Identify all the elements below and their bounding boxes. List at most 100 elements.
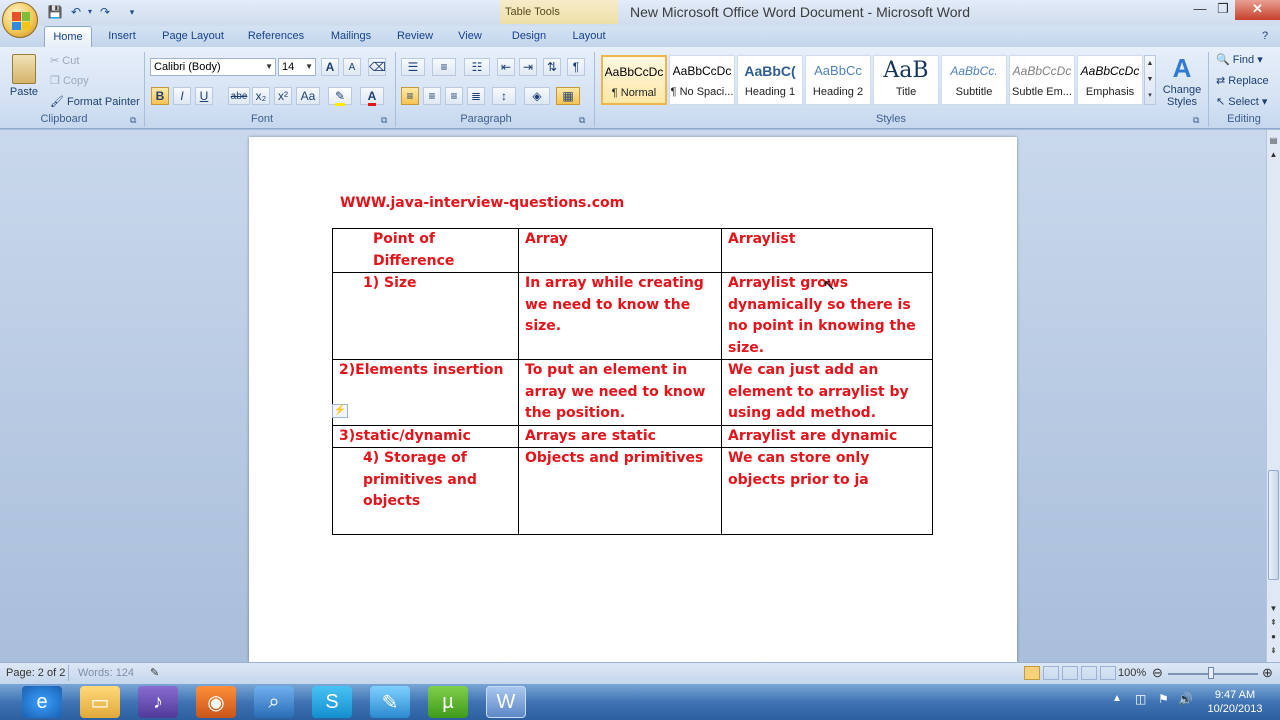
bullets-icon[interactable]: ☰: [401, 58, 425, 76]
table-header-cell[interactable]: Array: [518, 228, 722, 273]
customize-qat-icon[interactable]: ▾: [124, 4, 140, 20]
table-cell[interactable]: 4) Storage of primitives and objects: [332, 447, 519, 535]
full-screen-reading-icon[interactable]: [1043, 666, 1059, 680]
cut-button[interactable]: ✂ Cut: [50, 54, 79, 67]
document-page[interactable]: WWW.java-interview-questions.com Point o…: [249, 137, 1017, 662]
browse-object-icon[interactable]: ●: [1268, 632, 1279, 642]
close-button[interactable]: ✕: [1235, 0, 1280, 20]
table-cell[interactable]: 2)Elements insertion: [332, 359, 519, 426]
tab-page-layout[interactable]: Page Layout: [156, 26, 230, 47]
show-marks-button[interactable]: ¶: [567, 58, 585, 76]
strikethrough-button[interactable]: abe: [228, 87, 250, 105]
shading-icon[interactable]: ◈: [524, 87, 550, 105]
style-normal[interactable]: AaBbCcDc ¶ Normal: [601, 55, 667, 105]
borders-icon[interactable]: ▦: [556, 87, 580, 105]
vertical-scrollbar[interactable]: ▤ ▲ ▼ ⇞ ● ⇟: [1266, 130, 1280, 662]
firefox-icon[interactable]: ◉: [196, 686, 236, 718]
font-color-icon[interactable]: A: [360, 87, 384, 106]
clipboard-launcher-icon[interactable]: ⧉: [130, 115, 136, 126]
help-icon[interactable]: ?: [1262, 30, 1268, 42]
tab-review[interactable]: Review: [392, 26, 438, 47]
zoom-slider-thumb[interactable]: [1208, 667, 1214, 679]
style-heading-2[interactable]: AaBbCc Heading 2: [805, 55, 871, 105]
paste-button[interactable]: Paste: [6, 52, 42, 112]
styles-scroll-icon[interactable]: ▲ ▼ ▾: [1144, 55, 1156, 105]
decrease-indent-icon[interactable]: ⇤: [497, 58, 515, 76]
change-styles-button[interactable]: A Change Styles: [1160, 52, 1204, 112]
find-button[interactable]: 🔍 Find ▾: [1216, 53, 1263, 66]
word-count[interactable]: Words: 124: [78, 667, 134, 679]
web-layout-icon[interactable]: [1062, 666, 1078, 680]
table-header-cell[interactable]: Arraylist: [721, 228, 933, 273]
multilevel-list-icon[interactable]: ☷: [464, 58, 490, 76]
comparison-table[interactable]: Point of Difference Array Arraylist 1) S…: [332, 228, 933, 535]
highlight-icon[interactable]: ✎: [328, 87, 352, 106]
flag-icon[interactable]: ⚑: [1158, 692, 1169, 706]
draft-icon[interactable]: [1100, 666, 1116, 680]
scroll-up-icon[interactable]: ▲: [1268, 150, 1279, 160]
select-button[interactable]: ↖ Select ▾: [1216, 95, 1267, 108]
bold-button[interactable]: B: [151, 87, 169, 105]
proofing-icon[interactable]: ✎: [150, 666, 159, 679]
table-header-cell[interactable]: Point of Difference: [332, 228, 519, 273]
tab-layout[interactable]: Layout: [566, 26, 612, 47]
paragraph-launcher-icon[interactable]: ⧉: [579, 115, 585, 126]
table-cell[interactable]: Objects and primitives: [518, 447, 722, 535]
next-page-icon[interactable]: ⇟: [1268, 646, 1279, 656]
align-left-icon[interactable]: ≡: [401, 87, 419, 105]
style-heading-1[interactable]: AaBbC( Heading 1: [737, 55, 803, 105]
restore-button[interactable]: ❐: [1209, 0, 1237, 20]
internet-explorer-icon[interactable]: e: [22, 686, 62, 718]
table-cell[interactable]: We can just add an element to arraylist …: [721, 359, 933, 426]
format-painter-button[interactable]: 🖌 Format Painter: [50, 95, 140, 108]
font-launcher-icon[interactable]: ⧉: [381, 115, 387, 126]
table-cell[interactable]: Arraylist are dynamic: [721, 424, 933, 448]
zoom-in-icon[interactable]: ⊕: [1262, 665, 1273, 681]
autocorrect-options-icon[interactable]: ⚡: [332, 404, 348, 418]
justify-icon[interactable]: ≣: [467, 87, 485, 105]
table-cell[interactable]: Arrays are static: [518, 424, 722, 448]
table-cell[interactable]: We can store only objects prior to ja: [721, 447, 933, 535]
increase-indent-icon[interactable]: ⇥: [519, 58, 537, 76]
zoom-level[interactable]: 100%: [1118, 667, 1146, 679]
search-icon[interactable]: ⌕: [254, 686, 294, 718]
table-cell[interactable]: 3)static/dynamic: [332, 424, 519, 448]
print-layout-icon[interactable]: [1024, 666, 1040, 680]
scroll-down-icon[interactable]: ▼: [1268, 604, 1279, 614]
numbering-icon[interactable]: ≡: [432, 58, 456, 76]
table-cell[interactable]: In array while creating we need to know …: [518, 272, 722, 360]
ruler-toggle-icon[interactable]: ▤: [1268, 136, 1279, 148]
page-count[interactable]: Page: 2 of 2: [6, 667, 65, 679]
tab-home[interactable]: Home: [44, 26, 92, 47]
copy-button[interactable]: ❐ Copy: [50, 74, 89, 87]
paint-icon[interactable]: ✎: [370, 686, 410, 718]
outline-icon[interactable]: [1081, 666, 1097, 680]
font-name-combo[interactable]: Calibri (Body) ▼: [150, 58, 276, 76]
italic-button[interactable]: I: [173, 87, 191, 105]
subscript-button[interactable]: x₂: [252, 87, 270, 105]
align-center-icon[interactable]: ≡: [423, 87, 441, 105]
tab-references[interactable]: References: [242, 26, 310, 47]
office-button[interactable]: [2, 2, 38, 38]
scroll-thumb[interactable]: [1268, 470, 1279, 580]
align-right-icon[interactable]: ≡: [445, 87, 463, 105]
change-case-button[interactable]: Aa: [296, 87, 320, 105]
tab-design[interactable]: Design: [504, 26, 554, 47]
replace-button[interactable]: ⇄ Replace: [1216, 74, 1269, 87]
line-spacing-icon[interactable]: ↕: [492, 87, 516, 105]
system-clock[interactable]: 9:47 AM 10/20/2013: [1200, 688, 1270, 716]
sort-icon[interactable]: ⇅: [543, 58, 561, 76]
style-subtitle[interactable]: AaBbCc. Subtitle: [941, 55, 1007, 105]
shrink-font-button[interactable]: A: [343, 58, 361, 76]
undo-dropdown-icon[interactable]: ▾: [82, 4, 98, 20]
volume-icon[interactable]: 🔊: [1178, 692, 1193, 706]
style-no-spacing[interactable]: AaBbCcDc ¶ No Spaci...: [669, 55, 735, 105]
clear-formatting-icon[interactable]: ⌫: [368, 58, 386, 76]
style-emphasis[interactable]: AaBbCcDc Emphasis: [1077, 55, 1143, 105]
redo-icon[interactable]: ↷: [97, 4, 113, 20]
media-player-icon[interactable]: ♪: [138, 686, 178, 718]
folder-icon[interactable]: ▭: [80, 686, 120, 718]
font-size-combo[interactable]: 14 ▼: [278, 58, 316, 76]
zoom-out-icon[interactable]: ⊖: [1152, 665, 1163, 681]
utorrent-icon[interactable]: µ: [428, 686, 468, 718]
